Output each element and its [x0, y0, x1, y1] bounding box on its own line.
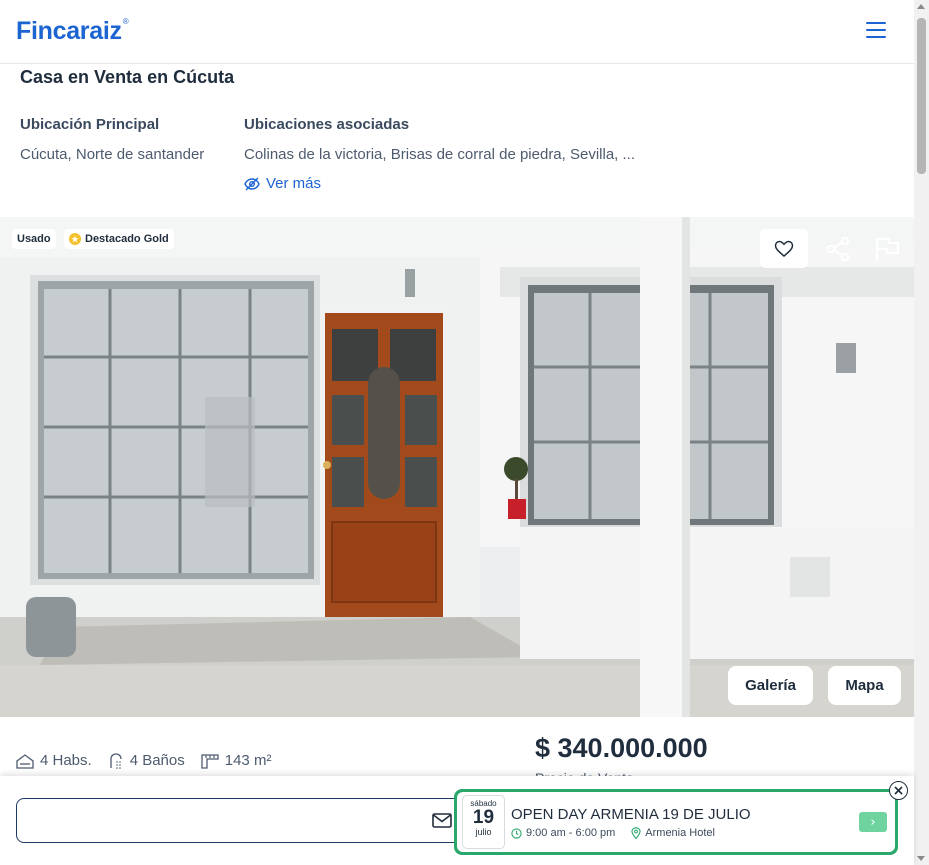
associated-locations-label: Ubicaciones asociadas — [244, 116, 410, 133]
main-location-label: Ubicación Principal — [20, 116, 160, 133]
flag-icon — [875, 237, 900, 261]
gallery-button[interactable]: Galería — [728, 666, 813, 705]
associated-locations-value: Colinas de la victoria, Brisas de corral… — [244, 146, 636, 163]
event-open-button[interactable]: › — [859, 812, 887, 832]
listing-price: $ 340.000.000 — [535, 733, 708, 763]
rooms-feature: 4 Habs. — [16, 752, 92, 769]
baths-feature: 4 Baños — [108, 752, 185, 769]
area-feature: 143 m² — [201, 752, 271, 769]
event-date-card: sábado 19 julio — [462, 795, 505, 849]
hamburger-menu-icon[interactable] — [866, 22, 886, 40]
clock-icon — [511, 827, 522, 839]
property-photo[interactable]: Usado ★ Destacado Gold Galería Mapa — [0, 217, 914, 717]
location-pin-icon — [631, 827, 641, 839]
event-title: OPEN DAY ARMENIA 19 DE JULIO — [511, 806, 751, 823]
map-button[interactable]: Mapa — [828, 666, 901, 705]
see-more-label: Ver más — [266, 175, 322, 192]
eye-slash-icon — [244, 177, 260, 190]
used-badge: Usado — [12, 229, 56, 249]
area-ruler-icon — [201, 753, 219, 769]
main-location-value: Cúcuta, Norte de santander — [20, 146, 205, 163]
scroll-up-arrow-icon[interactable] — [917, 4, 925, 9]
scrollbar[interactable] — [914, 0, 929, 865]
shower-icon — [110, 752, 122, 769]
report-button[interactable] — [872, 234, 902, 264]
share-icon — [826, 236, 850, 262]
fincaraiz-logo[interactable]: Fincaraiz® — [16, 17, 129, 46]
star-icon: ★ — [69, 233, 81, 245]
heart-icon — [774, 240, 794, 257]
listing-title: Casa en Venta en Cúcuta — [20, 67, 235, 87]
favorite-button[interactable] — [760, 229, 808, 268]
chevron-right-icon: › — [870, 814, 876, 830]
close-event-button[interactable] — [889, 781, 908, 800]
event-promo-banner[interactable]: sábado 19 julio OPEN DAY ARMENIA 19 DE J… — [454, 789, 898, 855]
house-front-image — [0, 217, 914, 717]
top-header: Fincaraiz® — [0, 0, 914, 64]
scroll-down-arrow-icon[interactable] — [917, 856, 925, 861]
event-details: 9:00 am - 6:00 pm Armenia Hotel — [511, 827, 715, 839]
share-button[interactable] — [823, 234, 853, 264]
scrollbar-thumb[interactable] — [917, 18, 926, 174]
close-icon — [894, 786, 903, 795]
featured-gold-badge: ★ Destacado Gold — [64, 229, 174, 249]
envelope-icon — [432, 813, 452, 828]
bed-icon — [16, 753, 34, 769]
see-more-link[interactable]: Ver más — [244, 175, 321, 192]
property-features: 4 Habs. 4 Baños 143 m² — [16, 752, 287, 769]
